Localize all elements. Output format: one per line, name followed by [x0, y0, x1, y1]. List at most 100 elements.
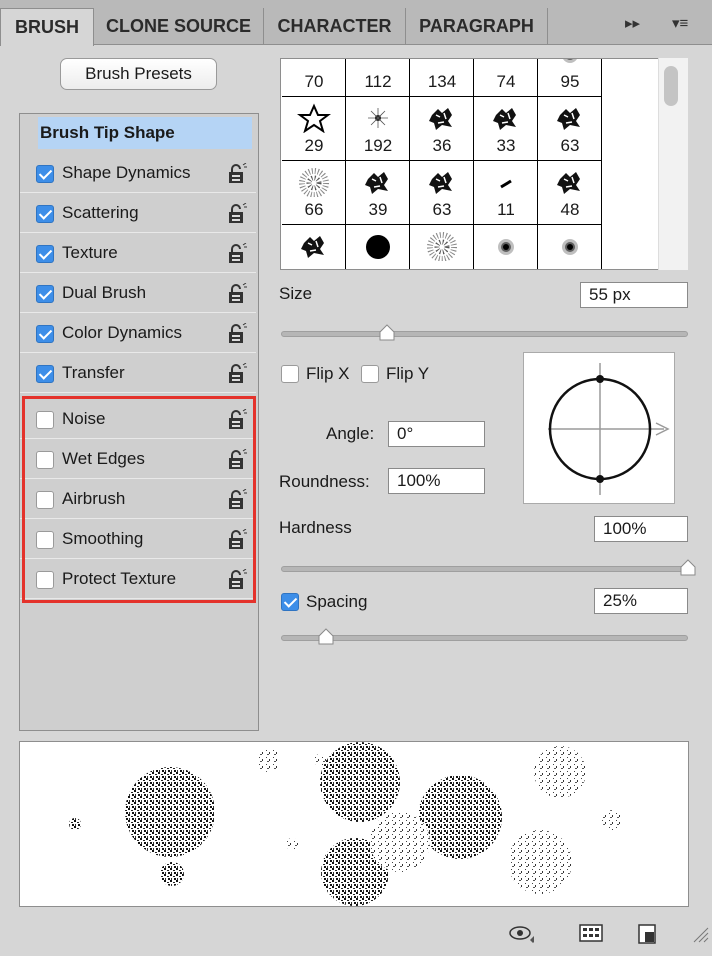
size-slider-track[interactable]	[281, 331, 688, 337]
option-checkbox[interactable]	[36, 245, 54, 263]
create-new-brush-icon[interactable]	[634, 922, 660, 944]
flip-x-checkbox[interactable]	[281, 365, 299, 383]
hardness-field[interactable]: 100%	[594, 516, 688, 542]
lock-icon[interactable]	[226, 242, 248, 265]
brush-grid-icon[interactable]	[578, 922, 604, 944]
option-row-transfer[interactable]: Transfer	[20, 355, 256, 393]
angle-field[interactable]: 0°	[388, 421, 485, 447]
brush-tip-cell[interactable]: 192	[346, 97, 410, 161]
brush-size-label: 36	[432, 136, 452, 155]
soft-round-brush-icon	[562, 239, 578, 255]
brush-tip-shape-item[interactable]: Brush Tip Shape	[38, 117, 252, 149]
soft-round-brush-icon	[563, 59, 577, 63]
resize-grip-icon[interactable]	[688, 922, 712, 944]
textured-brush-icon	[557, 108, 580, 130]
brush-size-label: 66	[304, 200, 324, 219]
brush-size-label: 95	[560, 72, 580, 91]
option-checkbox[interactable]	[36, 165, 54, 183]
brush-size-label: 134	[427, 72, 457, 91]
brush-presets-button[interactable]: Brush Presets	[60, 58, 217, 90]
spray-brush-icon	[299, 168, 329, 197]
option-row-color-dynamics[interactable]: Color Dynamics	[20, 315, 256, 353]
grid-scroll-thumb[interactable]	[664, 66, 678, 106]
brush-tip-cell[interactable]: 70	[282, 59, 346, 97]
tab-clone-source[interactable]: CLONE SOURCE	[94, 8, 264, 45]
brush-tip-cell[interactable]: 36	[410, 97, 474, 161]
star-brush-icon	[297, 103, 331, 133]
textured-brush-icon	[365, 172, 388, 194]
brush-tip-cell[interactable]: 39	[346, 161, 410, 225]
option-checkbox[interactable]	[36, 365, 54, 383]
textured-brush-icon	[301, 236, 324, 258]
panel-menu-icon[interactable]: ▾≡	[672, 14, 688, 32]
brush-tip-cell[interactable]: 95	[538, 59, 602, 97]
spacing-checkbox[interactable]	[281, 593, 299, 611]
tab-brush[interactable]: BRUSH	[0, 8, 94, 46]
brush-size-label: 63	[432, 200, 452, 219]
option-checkbox[interactable]	[36, 205, 54, 223]
option-row-dual-brush[interactable]: Dual Brush	[20, 275, 256, 313]
hardness-slider-track[interactable]	[281, 566, 688, 572]
tab-paragraph[interactable]: PARAGRAPH	[406, 8, 548, 45]
toggle-live-tip-preview-icon[interactable]	[508, 922, 534, 944]
lock-icon[interactable]	[226, 202, 248, 225]
roundness-label: Roundness:	[279, 472, 370, 491]
size-field[interactable]: 55 px	[580, 282, 688, 308]
collapse-panels-icon[interactable]: ▸▸	[625, 14, 640, 32]
brush-tip-cell[interactable]: 112	[346, 59, 410, 97]
lock-icon[interactable]	[226, 322, 248, 345]
roundness-field[interactable]: 100%	[388, 468, 485, 494]
option-row-texture[interactable]: Texture	[20, 235, 256, 273]
lock-icon[interactable]	[226, 162, 248, 185]
angle-roundness-widget[interactable]	[523, 352, 675, 504]
brush-size-label: 11	[497, 200, 515, 219]
brush-size-label: 33	[496, 136, 516, 155]
spacing-field[interactable]: 25%	[594, 588, 688, 614]
brush-tip-cell[interactable]: 33	[474, 97, 538, 161]
brush-stroke-preview	[19, 741, 689, 907]
hardness-slider-thumb[interactable]	[679, 559, 697, 577]
angle-label: Angle:	[326, 424, 375, 443]
textured-brush-icon	[557, 172, 580, 194]
brush-tip-cell[interactable]: 63	[410, 161, 474, 225]
brush-tip-cell[interactable]	[474, 225, 538, 269]
spacing-slider-track[interactable]	[281, 635, 688, 641]
tab-character[interactable]: CHARACTER	[264, 8, 406, 45]
brush-tip-cell[interactable]	[538, 225, 602, 269]
textured-brush-icon	[429, 108, 452, 130]
size-slider-thumb[interactable]	[378, 324, 396, 342]
brush-tip-cell[interactable]	[410, 225, 474, 269]
soft-round-brush-icon	[498, 239, 514, 255]
burst-brush-icon	[368, 108, 388, 128]
brush-size-label: 112	[364, 72, 392, 91]
lock-icon[interactable]	[226, 362, 248, 385]
option-row-scattering[interactable]: Scattering	[20, 195, 256, 233]
option-checkbox[interactable]	[36, 285, 54, 303]
textured-brush-icon	[493, 108, 516, 130]
brush-size-label: 192	[363, 136, 393, 155]
brush-size-label: 48	[560, 200, 580, 219]
option-row-shape-dynamics[interactable]: Shape Dynamics	[20, 155, 256, 193]
brush-tip-cell[interactable]: 63	[538, 97, 602, 161]
brush-tip-cell[interactable]: 74	[474, 59, 538, 97]
brush-tip-cell[interactable]: 29	[282, 97, 346, 161]
flip-y-label: Flip Y	[386, 364, 430, 383]
lock-icon[interactable]	[226, 282, 248, 305]
option-label: Scattering	[62, 203, 139, 222]
brush-tip-cell[interactable]: 66	[282, 161, 346, 225]
brush-size-label: 63	[560, 136, 580, 155]
option-checkbox[interactable]	[36, 325, 54, 343]
brush-tip-cell[interactable]: 11	[474, 161, 538, 225]
brush-tip-cell[interactable]	[282, 225, 346, 269]
brush-tip-cell[interactable]: 134	[410, 59, 474, 97]
dash-brush-icon	[500, 179, 512, 189]
spacing-slider-thumb[interactable]	[317, 628, 335, 646]
flip-y-checkbox[interactable]	[361, 365, 379, 383]
brush-tip-cell[interactable]	[346, 225, 410, 269]
brush-tip-cell[interactable]: 48	[538, 161, 602, 225]
size-label: Size	[279, 284, 313, 303]
spacing-label: Spacing	[306, 592, 368, 611]
stroke-preview-image	[69, 742, 622, 906]
option-label: Transfer	[62, 363, 125, 382]
brush-panel: BRUSH CLONE SOURCE CHARACTER PARAGRAPH ▸…	[0, 0, 712, 956]
